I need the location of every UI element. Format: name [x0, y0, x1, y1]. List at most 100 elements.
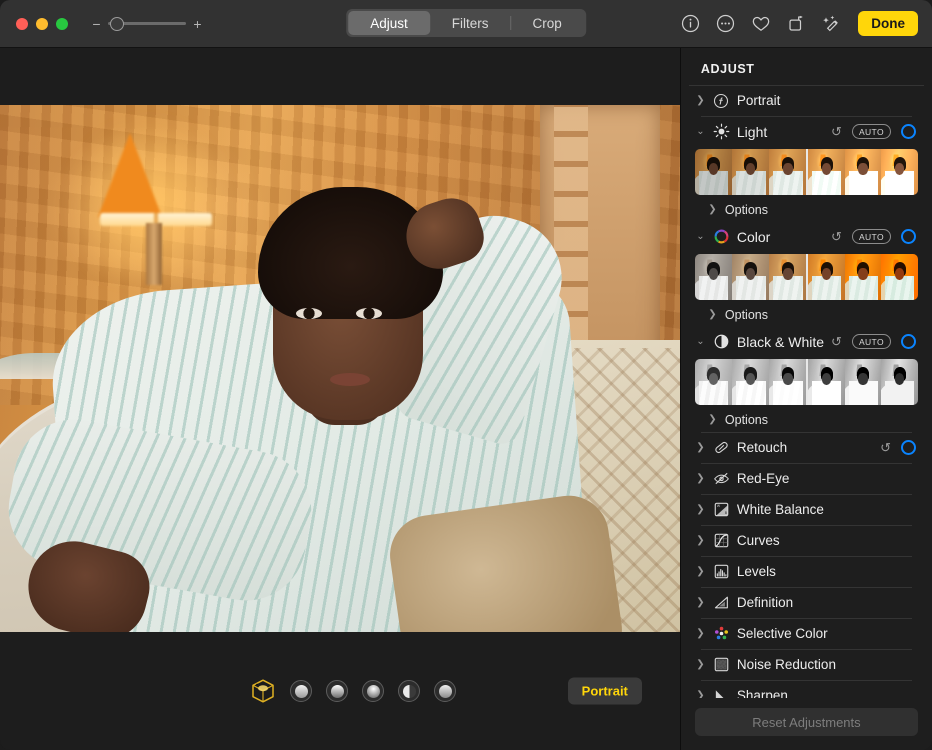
- revert-icon[interactable]: ↺: [831, 125, 842, 138]
- high-key-light-mono-option[interactable]: [434, 680, 456, 702]
- revert-icon[interactable]: ↺: [831, 335, 842, 348]
- zoom-out-label[interactable]: −: [92, 17, 101, 31]
- stage-light-option[interactable]: [362, 680, 384, 702]
- variation-thumb[interactable]: [732, 254, 769, 300]
- natural-light-cube-icon[interactable]: [250, 678, 276, 704]
- sidebar-item-selective-color[interactable]: ❯ Selective Color: [693, 619, 920, 649]
- variation-thumb[interactable]: [769, 359, 806, 405]
- chevron-right-icon[interactable]: ❯: [707, 309, 718, 320]
- light-variations-strip[interactable]: [695, 149, 918, 195]
- zoom-slider[interactable]: [108, 17, 186, 31]
- variation-thumb[interactable]: [808, 254, 845, 300]
- rotate-icon[interactable]: [787, 14, 806, 33]
- favorite-heart-icon[interactable]: [751, 14, 771, 33]
- maximize-window-button[interactable]: [56, 18, 68, 30]
- variation-thumb[interactable]: [732, 359, 769, 405]
- stage-light-mono-option[interactable]: [398, 680, 420, 702]
- color-adjust-knob[interactable]: [901, 229, 916, 244]
- chevron-right-icon[interactable]: ❯: [695, 659, 706, 670]
- sidebar-item-black-and-white[interactable]: ⌄ Black & White ↺ AUTO: [693, 327, 920, 357]
- sidebar-item-white-balance[interactable]: ❯ WB White Balance: [693, 495, 920, 525]
- light-adjust-knob[interactable]: [901, 124, 916, 139]
- editor-mode-segmented-control[interactable]: Adjust Filters Crop: [346, 9, 586, 37]
- chevron-right-icon[interactable]: ❯: [695, 628, 706, 639]
- contour-light-option[interactable]: [326, 680, 348, 702]
- strip-half[interactable]: [806, 254, 918, 300]
- tab-filters[interactable]: Filters: [430, 11, 511, 35]
- strip-half[interactable]: [806, 149, 918, 195]
- variation-thumb[interactable]: [845, 149, 882, 195]
- zoom-in-label[interactable]: +: [193, 17, 202, 31]
- lighting-effect-options[interactable]: [250, 678, 456, 704]
- variation-thumb[interactable]: [695, 254, 732, 300]
- zoom-slider-control[interactable]: − +: [92, 17, 202, 31]
- auto-button[interactable]: AUTO: [852, 124, 891, 139]
- bw-adjust-knob[interactable]: [901, 334, 916, 349]
- zoom-slider-knob[interactable]: [110, 17, 124, 31]
- variation-thumb[interactable]: [845, 359, 882, 405]
- chevron-right-icon[interactable]: ❯: [695, 473, 706, 484]
- chevron-down-icon[interactable]: ⌄: [695, 336, 706, 347]
- tab-crop[interactable]: Crop: [511, 11, 584, 35]
- close-window-button[interactable]: [16, 18, 28, 30]
- info-icon[interactable]: [681, 14, 700, 33]
- color-variations-strip[interactable]: [695, 254, 918, 300]
- retouch-adjust-knob[interactable]: [901, 440, 916, 455]
- portrait-mode-chip[interactable]: Portrait: [568, 678, 642, 705]
- tab-adjust[interactable]: Adjust: [348, 11, 430, 35]
- more-options-icon[interactable]: [716, 14, 735, 33]
- adjustments-list[interactable]: ❯ Portrait ⌄ Light ↺ AUTO: [681, 86, 932, 698]
- variation-thumb[interactable]: [881, 254, 918, 300]
- color-options-row[interactable]: ❯ Options: [693, 303, 920, 327]
- variation-thumb[interactable]: [769, 149, 806, 195]
- bw-variations-strip[interactable]: [695, 359, 918, 405]
- chevron-right-icon[interactable]: ❯: [695, 690, 706, 698]
- light-options-row[interactable]: ❯ Options: [693, 198, 920, 222]
- variation-thumb[interactable]: [695, 359, 732, 405]
- chevron-right-icon[interactable]: ❯: [707, 204, 718, 215]
- sidebar-item-red-eye[interactable]: ❯ Red-Eye: [693, 464, 920, 494]
- strip-half[interactable]: [695, 359, 807, 405]
- chevron-right-icon[interactable]: ❯: [695, 95, 706, 106]
- sidebar-item-sharpen[interactable]: ❯ Sharpen: [693, 681, 920, 698]
- chevron-right-icon[interactable]: ❯: [695, 504, 706, 515]
- edited-photo[interactable]: [0, 105, 680, 641]
- studio-light-option[interactable]: [290, 680, 312, 702]
- chevron-down-icon[interactable]: ⌄: [695, 126, 706, 137]
- revert-icon[interactable]: ↺: [880, 441, 891, 454]
- sidebar-item-noise-reduction[interactable]: ❯ Noise Reduction: [693, 650, 920, 680]
- chevron-right-icon[interactable]: ❯: [695, 442, 706, 453]
- sidebar-item-portrait[interactable]: ❯ Portrait: [693, 86, 920, 116]
- variation-thumb[interactable]: [845, 254, 882, 300]
- sidebar-item-light[interactable]: ⌄ Light ↺ AUTO: [693, 117, 920, 147]
- variation-thumb[interactable]: [732, 149, 769, 195]
- strip-half[interactable]: [806, 359, 918, 405]
- strip-half[interactable]: [695, 254, 807, 300]
- chevron-right-icon[interactable]: ❯: [707, 414, 718, 425]
- sidebar-item-levels[interactable]: ❯ Levels: [693, 557, 920, 587]
- variation-thumb[interactable]: [881, 359, 918, 405]
- done-button[interactable]: Done: [858, 11, 918, 36]
- chevron-down-icon[interactable]: ⌄: [695, 231, 706, 242]
- variation-thumb[interactable]: [808, 359, 845, 405]
- variation-thumb[interactable]: [808, 149, 845, 195]
- bw-options-row[interactable]: ❯ Options: [693, 408, 920, 432]
- sidebar-item-color[interactable]: ⌄ Color ↺ AUTO: [693, 222, 920, 252]
- variation-thumb[interactable]: [769, 254, 806, 300]
- reset-adjustments-button[interactable]: Reset Adjustments: [695, 708, 918, 736]
- strip-half[interactable]: [695, 149, 807, 195]
- chevron-right-icon[interactable]: ❯: [695, 535, 706, 546]
- chevron-right-icon[interactable]: ❯: [695, 597, 706, 608]
- photo-viewport[interactable]: [0, 48, 680, 632]
- sidebar-item-retouch[interactable]: ❯ Retouch ↺: [693, 433, 920, 463]
- revert-icon[interactable]: ↺: [831, 230, 842, 243]
- auto-button[interactable]: AUTO: [852, 229, 891, 244]
- variation-thumb[interactable]: [695, 149, 732, 195]
- sidebar-item-curves[interactable]: ❯ Curves: [693, 526, 920, 556]
- sidebar-item-definition[interactable]: ❯ Definition: [693, 588, 920, 618]
- chevron-right-icon[interactable]: ❯: [695, 566, 706, 577]
- auto-enhance-icon[interactable]: [822, 14, 842, 33]
- variation-thumb[interactable]: [881, 149, 918, 195]
- minimize-window-button[interactable]: [36, 18, 48, 30]
- auto-button[interactable]: AUTO: [852, 334, 891, 349]
